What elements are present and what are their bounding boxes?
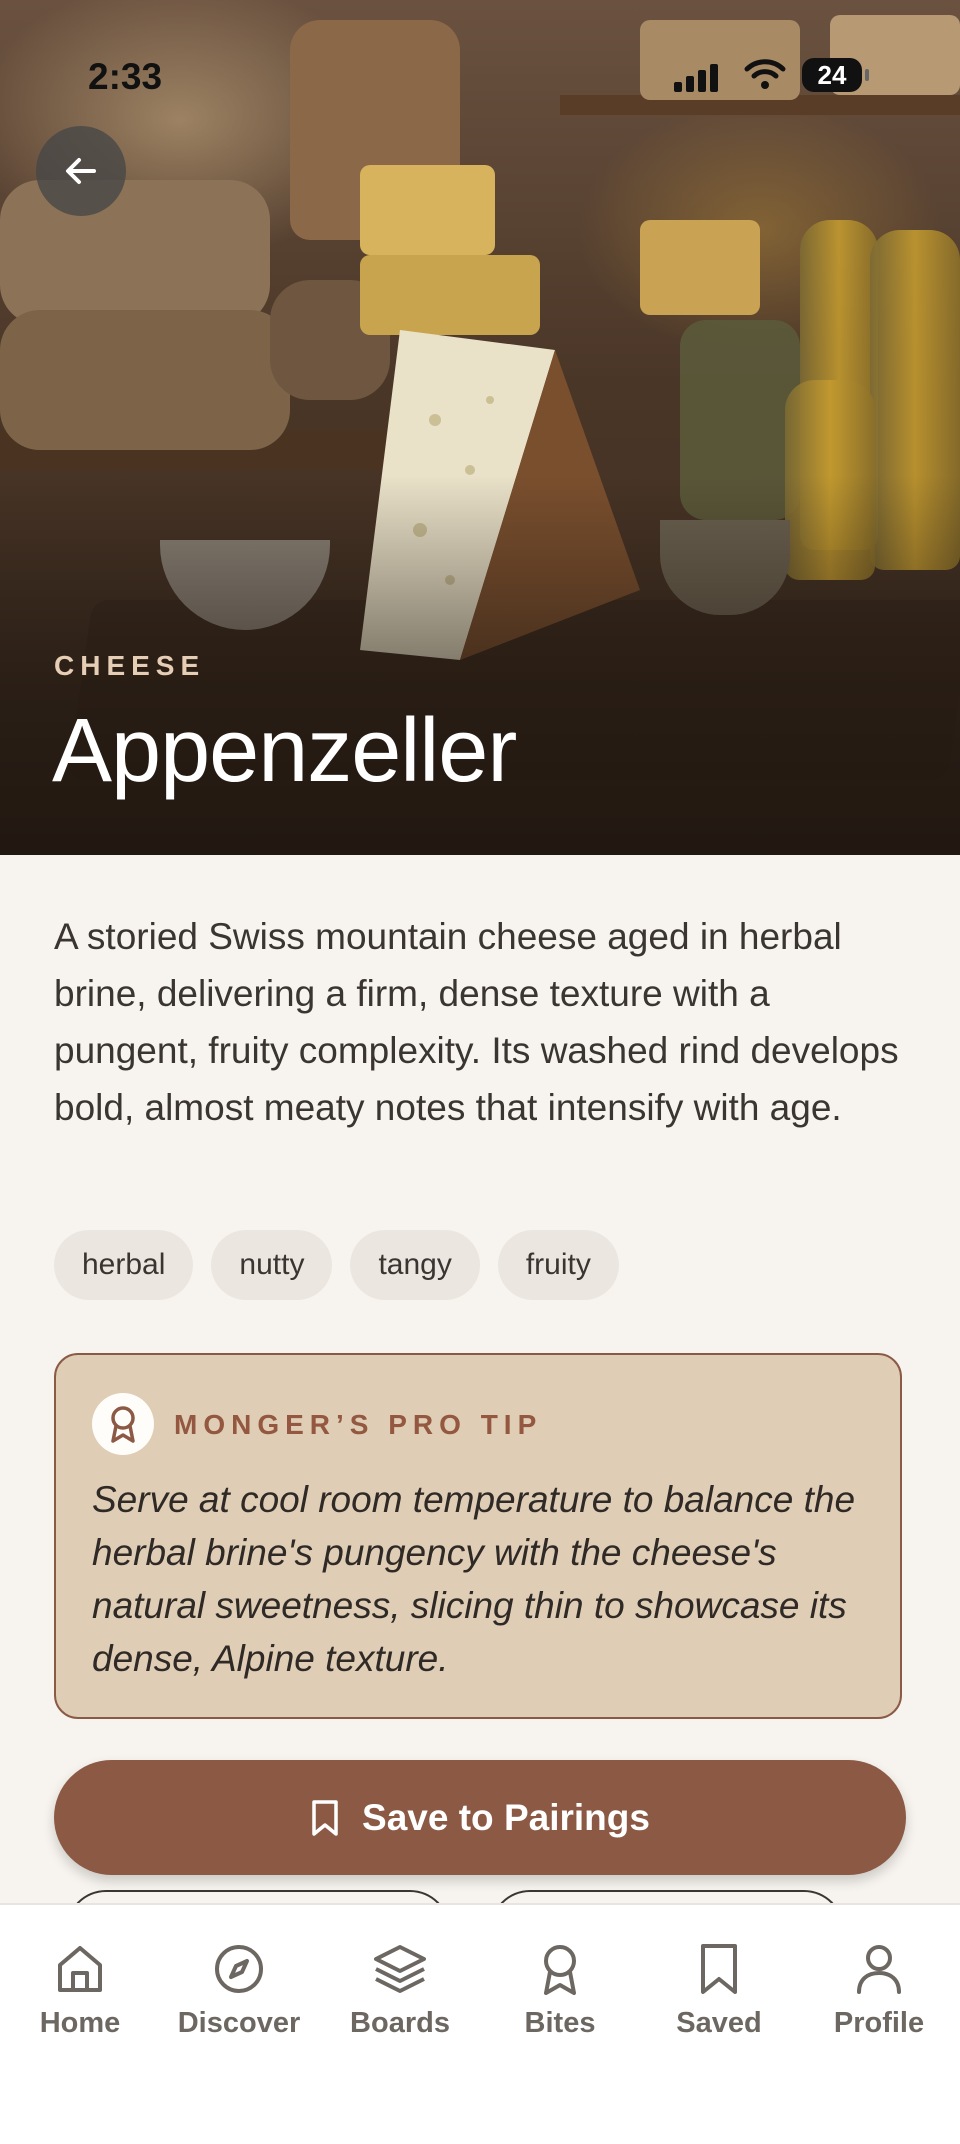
page-title: Appenzeller	[52, 701, 517, 801]
tag-chip[interactable]: tangy	[350, 1230, 480, 1300]
tag-chip[interactable]: herbal	[54, 1230, 194, 1300]
user-icon	[857, 1945, 901, 1994]
nav-bites[interactable]: Bites	[485, 1941, 635, 2040]
nav-profile[interactable]: Profile	[804, 1941, 954, 2040]
save-to-pairings-button[interactable]: Save to Pairings	[54, 1760, 906, 1875]
category-label: CHEESE	[54, 650, 206, 681]
tip-text: Serve at cool room temperature to balanc…	[92, 1479, 856, 1679]
nav-saved[interactable]: Saved	[644, 1941, 794, 2040]
nav-label: Profile	[833, 2007, 925, 2039]
tip-label: MONGER’S PRO TIP	[174, 1409, 543, 1440]
save-button-label: Save to Pairings	[362, 1796, 650, 1838]
tag-chip[interactable]: fruity	[497, 1230, 619, 1300]
pro-tip-card: MONGER’S PRO TIP Serve at cool room temp…	[54, 1353, 902, 1719]
bottom-nav: Home Discover Boards Bites Saved Profile	[0, 1903, 960, 2144]
nav-label: Boards	[350, 2007, 450, 2039]
tip-badge	[92, 1393, 154, 1455]
award-icon	[111, 1406, 135, 1443]
cheese-description: A storied Swiss mountain cheese aged in …	[54, 916, 899, 1128]
tag-chip[interactable]: nutty	[211, 1230, 333, 1300]
nav-discover[interactable]: Discover	[164, 1941, 314, 2040]
nav-label: Home	[39, 2007, 121, 2039]
nav-boards[interactable]: Boards	[325, 1941, 475, 2040]
nav-label: Saved	[676, 2007, 762, 2039]
layers-icon	[374, 1945, 426, 1993]
nav-home[interactable]: Home	[5, 1941, 155, 2040]
award-icon	[544, 1945, 576, 1995]
compass-icon	[215, 1945, 263, 1993]
back-button[interactable]	[36, 126, 126, 216]
wifi-icon	[744, 59, 786, 89]
flavor-tags: herbal nutty tangy fruity	[54, 1230, 619, 1300]
battery-indicator: 24	[802, 58, 869, 92]
nav-label: Discover	[177, 2007, 301, 2039]
bookmark-icon	[701, 1944, 737, 1994]
status-bar: 2:33 24	[0, 0, 960, 150]
nav-label: Bites	[524, 2007, 596, 2039]
signal-icon	[674, 64, 718, 92]
bookmark-icon	[312, 1799, 338, 1836]
status-time: 2:33	[88, 56, 163, 97]
arrow-left-icon	[66, 158, 96, 184]
home-icon	[58, 1946, 102, 1992]
